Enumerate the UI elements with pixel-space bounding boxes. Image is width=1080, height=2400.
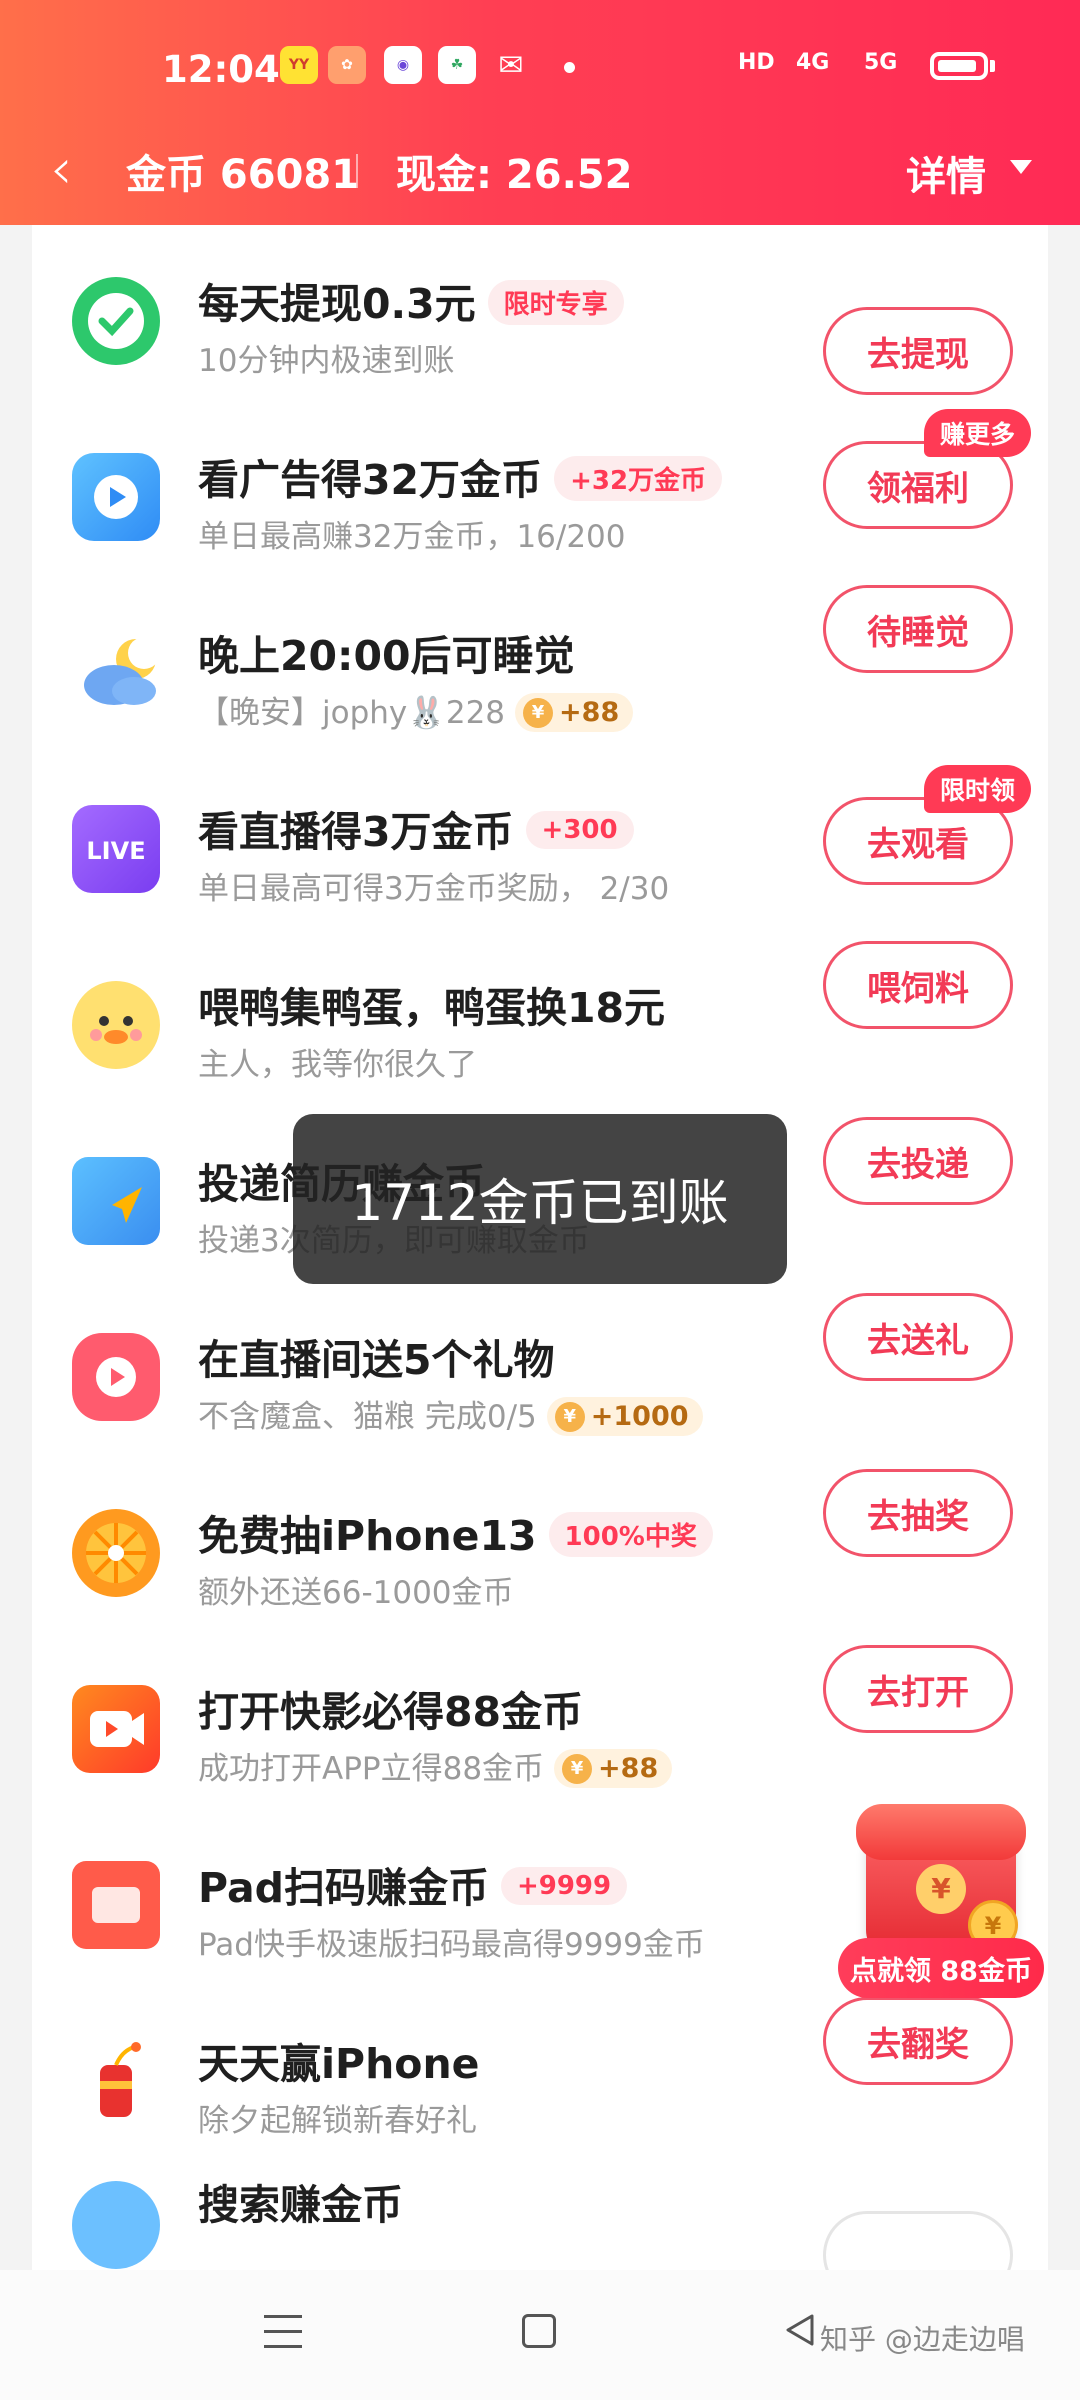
task-tag: +300 [525,811,634,849]
home-icon[interactable] [522,2314,556,2348]
search-icon [72,2181,160,2269]
system-nav-bar: 知乎 @边走边唱 [0,2270,1080,2400]
corner-badge: 限时领 [924,765,1032,813]
task-title: 看直播得3万金币 +300 [198,798,634,858]
task-tag: 限时专享 [487,279,624,325]
task-subtitle: 成功打开APP立得88金币 ¥ +88 [198,1743,673,1790]
flip-prize-button[interactable]: 去翻奖 [823,1997,1013,2085]
task-subtitle: Pad快手极速版扫码最高得9999金币 [198,1927,705,1963]
list-item: 看广告得32万金币 +32万金币 单日最高赚32万金币，16/200 赚更多 领福… [32,401,1048,577]
coin-reward: ¥ +88 [554,1748,673,1789]
list-item: 喂鸭集鸭蛋，鸭蛋换18元 主人，我等你很久了 喂饲料 [32,929,1048,1105]
task-tag: +9999 [500,1867,628,1905]
floating-red-packet[interactable]: ¥ ¥ 点就领 88金币 [838,1804,1044,2010]
open-app-button[interactable]: 去打开 [823,1645,1013,1733]
lottery-button[interactable]: 去抽奖 [823,1469,1013,1557]
task-title: 搜索赚金币 [198,2181,403,2229]
status-bar: 12:04 YY ✿ ◉ ☘ ✉ HD 4G 5G [0,0,1080,130]
task-subtitle: 额外还送66-1000金币 [198,1575,514,1611]
cash-balance: 现金: 26.52 [396,152,633,198]
task-subtitle: 10分钟内极速到账 [198,343,455,379]
battery-cap [990,60,995,72]
back-icon[interactable]: ‹ [50,140,72,200]
header: 12:04 YY ✿ ◉ ☘ ✉ HD 4G 5G ‹ 金币 66081 现金:… [0,0,1080,225]
list-item: 打开快影必得88金币 成功打开APP立得88金币 ¥ +88 去打开 [32,1633,1048,1809]
task-title: 免费抽iPhone13 100%中奖 [198,1502,713,1562]
game-app-icon: ☘ [438,46,476,84]
submit-resume-button[interactable]: 去投递 [823,1117,1013,1205]
list-item: 在直播间送5个礼物 不含魔盒、猫粮 完成0/5 ¥ +1000 去送礼 [32,1281,1048,1457]
divider [356,154,358,188]
coin-icon: ¥ [554,1402,585,1433]
live-tv-icon: LIVE [72,805,160,893]
coin-seal-icon: ¥ [916,1864,966,1914]
lottery-wheel-icon [72,1509,160,1597]
video-play-icon [72,453,160,541]
red-packet-lid [856,1804,1026,1860]
browser-app-icon: ◉ [384,46,422,84]
list-item: 晚上20:00后可睡觉 【晚安】jophy🐰228 ¥ +88 待睡觉 [32,577,1048,753]
kuaiying-icon [72,1685,160,1773]
task-title: 天天赢iPhone [198,2040,480,2088]
send-gift-button[interactable]: 去送礼 [823,1293,1013,1381]
task-subtitle: 单日最高赚32万金币，16/200 [198,519,626,555]
list-item: 搜索赚金币 [32,2161,1048,2270]
signal-5g-icon: 5G [864,50,898,75]
hd-icon: HD [738,50,775,75]
coin-reward: ¥ +88 [515,692,634,733]
task-tag: 100%中奖 [548,1511,713,1557]
list-item: 天天赢iPhone 除夕起解锁新春好礼 去翻奖 [32,1985,1048,2161]
withdraw-button[interactable]: 去提现 [823,307,1013,395]
resume-send-icon [72,1157,160,1245]
list-item: LIVE 看直播得3万金币 +300 单日最高可得3万金币奖励， 2/30 限时领… [32,753,1048,929]
sleep-button[interactable]: 待睡觉 [823,585,1013,673]
pad-icon [72,1861,160,1949]
album-app-icon: ✿ [328,46,366,84]
corner-badge: 赚更多 [924,409,1032,457]
task-subtitle: 不含魔盒、猫粮 完成0/5 ¥ +1000 [198,1391,703,1438]
task-title: 在直播间送5个礼物 [198,1336,555,1384]
task-subtitle: 【晚安】jophy🐰228 ¥ +88 [198,687,634,734]
coin-reward: ¥ +1000 [546,1396,703,1437]
task-title: Pad扫码赚金币 +9999 [198,1854,628,1914]
detail-button[interactable]: 详情 [906,144,986,202]
menu-icon[interactable] [264,2315,302,2349]
task-title: 每天提现0.3元 限时专享 [198,270,624,330]
toast-message: 1712金币已到账 [293,1114,787,1284]
svg-text:LIVE: LIVE [86,837,145,865]
task-title: 喂鸭集鸭蛋，鸭蛋换18元 [198,984,666,1032]
watermark: 知乎 @边走边唱 [820,2323,1025,2356]
list-item: 免费抽iPhone13 100%中奖 额外还送66-1000金币 去抽奖 [32,1457,1048,1633]
list-item: 每天提现0.3元 限时专享 10分钟内极速到账 去提现 [32,225,1048,401]
floating-label[interactable]: 点就领 88金币 [838,1938,1044,1998]
navbar: ‹ 金币 66081 现金: 26.52 详情 [0,130,1080,225]
coin-icon: ¥ [523,698,554,729]
task-title: 打开快影必得88金币 [198,1688,584,1736]
wechat-icon: ✉ [498,47,524,83]
battery-icon [930,52,988,80]
task-subtitle: 除夕起解锁新春好礼 [198,2103,477,2139]
back-triangle-icon[interactable] [780,2310,820,2354]
notification-dot [564,62,575,73]
duck-icon [72,981,160,1069]
chevron-down-icon[interactable] [1010,160,1032,174]
wechat-pay-icon [72,277,160,365]
task-subtitle: 单日最高可得3万金币奖励， 2/30 [198,871,670,907]
search-earn-button[interactable] [823,2211,1013,2270]
signal-4g-icon: 4G [796,50,830,75]
coin-balance: 金币 66081 [126,152,360,198]
firecracker-icon [72,2037,160,2125]
task-tag: +32万金币 [554,455,723,501]
coin-icon: ¥ [562,1754,593,1785]
task-title: 晚上20:00后可睡觉 [198,632,575,680]
feed-button[interactable]: 喂饲料 [823,941,1013,1029]
moon-cloud-icon [72,629,160,717]
task-title: 看广告得32万金币 +32万金币 [198,446,723,506]
task-subtitle: 主人，我等你很久了 [198,1047,477,1083]
status-time: 12:04 [162,48,280,91]
gift-live-icon [72,1333,160,1421]
yy-app-icon: YY [280,46,318,84]
